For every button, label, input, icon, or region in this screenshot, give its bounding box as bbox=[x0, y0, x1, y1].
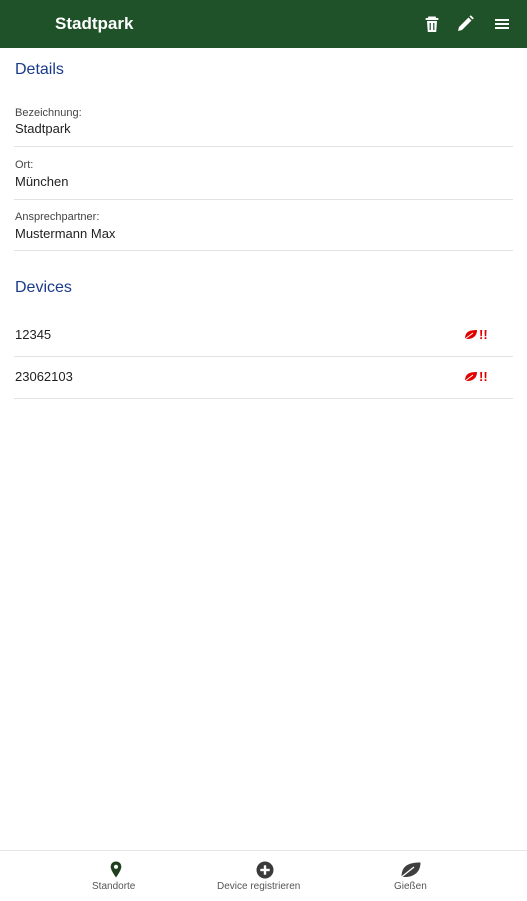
alert-badge: !! bbox=[464, 327, 494, 343]
nav-label: Device registrieren bbox=[217, 881, 301, 892]
nav-item-standorte[interactable]: Standorte bbox=[88, 851, 144, 901]
nav-item-giessen[interactable]: Gießen bbox=[388, 851, 436, 901]
device-id: 12345 bbox=[15, 327, 52, 342]
leaf-alert-icon bbox=[464, 330, 477, 340]
map-marker-icon bbox=[110, 861, 122, 878]
field-label: Ansprechpartner: bbox=[15, 211, 100, 223]
field-bezeichnung: Bezeichnung: Stadtpark bbox=[14, 100, 513, 147]
device-id: 23062103 bbox=[15, 369, 73, 384]
field-value: München bbox=[15, 174, 69, 189]
devices-section-title: Devices bbox=[15, 279, 72, 296]
field-label: Ort: bbox=[15, 159, 34, 171]
details-section-title: Details bbox=[15, 61, 64, 78]
app-bar: Stadtpark bbox=[0, 0, 527, 48]
alert-text: !! bbox=[479, 369, 488, 384]
leaf-icon bbox=[401, 862, 421, 878]
edit-icon[interactable] bbox=[455, 14, 475, 34]
leaf-alert-icon bbox=[464, 372, 477, 382]
nav-label: Gießen bbox=[394, 881, 427, 892]
field-label: Bezeichnung: bbox=[15, 107, 82, 119]
field-value: Mustermann Max bbox=[15, 226, 116, 241]
alert-text: !! bbox=[479, 327, 488, 342]
menu-icon[interactable] bbox=[494, 14, 514, 34]
device-row[interactable]: 23062103 !! bbox=[14, 356, 513, 399]
page-title: Stadtpark bbox=[55, 14, 134, 33]
delete-icon[interactable] bbox=[422, 14, 442, 34]
plus-circle-icon bbox=[256, 861, 274, 879]
nav-item-device-registrieren[interactable]: Device registrieren bbox=[213, 851, 317, 901]
device-row[interactable]: 12345 !! bbox=[14, 314, 513, 357]
bottom-navigation: Standorte Device registrieren Gießen bbox=[0, 850, 527, 901]
field-value: Stadtpark bbox=[15, 121, 71, 136]
field-ansprechpartner: Ansprechpartner: Mustermann Max bbox=[14, 200, 513, 251]
alert-badge: !! bbox=[464, 369, 494, 385]
nav-label: Standorte bbox=[92, 881, 136, 892]
field-ort: Ort: München bbox=[14, 147, 513, 200]
